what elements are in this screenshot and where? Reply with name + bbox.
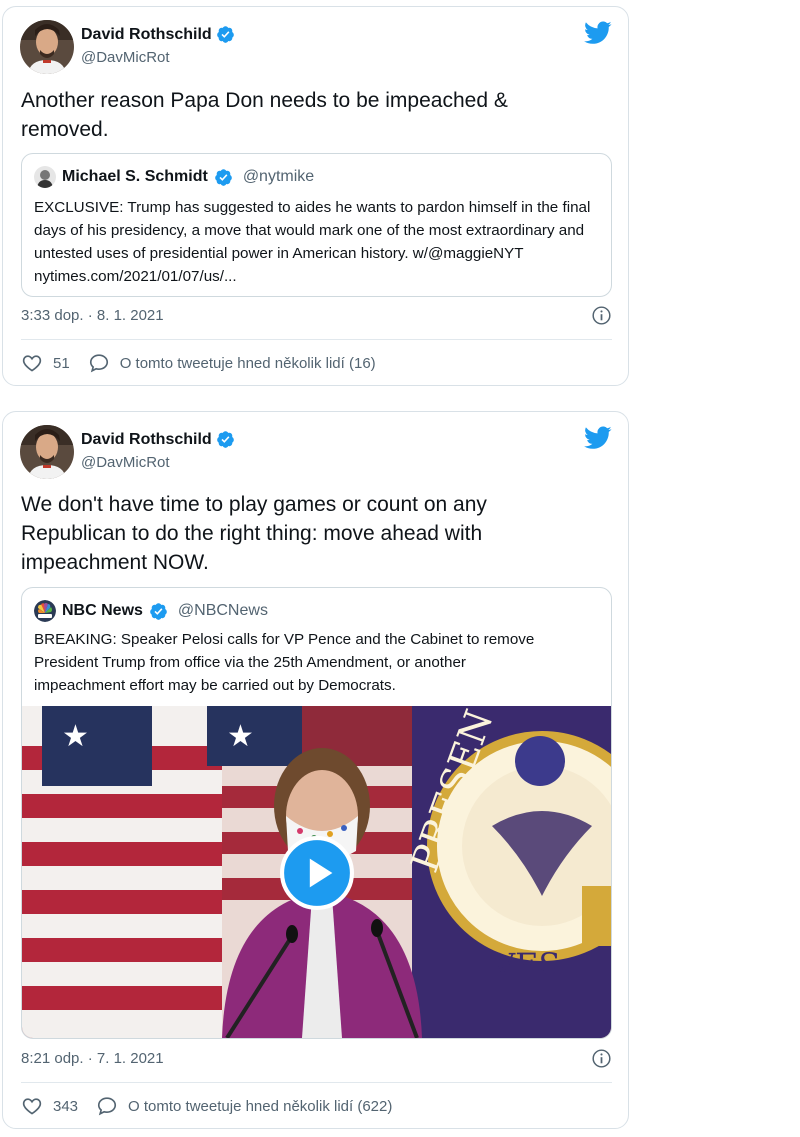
- nbc-peacock-icon: [34, 600, 56, 622]
- info-icon[interactable]: [591, 1048, 612, 1069]
- tweet-card[interactable]: David Rothschild @DavMicRot Another reas…: [2, 6, 629, 386]
- divider: [21, 339, 612, 340]
- like-count[interactable]: 343: [53, 1098, 78, 1115]
- heart-icon[interactable]: [21, 1095, 43, 1117]
- svg-text:VES: VES: [491, 946, 560, 984]
- reply-bubble-icon[interactable]: [88, 352, 110, 374]
- tweet-text: We don't have time to play games or coun…: [21, 493, 487, 574]
- quoted-avatar: [34, 166, 56, 188]
- quoted-text: EXCLUSIVE: Trump has suggested to aides …: [34, 199, 591, 285]
- quoted-author-name: NBC News: [62, 602, 143, 619]
- quoted-avatar: [34, 600, 56, 622]
- reply-bubble-icon[interactable]: [96, 1095, 118, 1117]
- twitter-bird-icon[interactable]: [584, 426, 612, 450]
- divider: [21, 1082, 612, 1083]
- verified-badge-icon: [214, 168, 233, 187]
- conversation-link[interactable]: O tomto tweetuje hned několik lidí (16): [120, 355, 376, 372]
- avatar[interactable]: [20, 425, 74, 479]
- timestamp[interactable]: 3:33 dop. · 8. 1. 2021: [21, 307, 164, 324]
- like-count[interactable]: 51: [53, 355, 70, 372]
- author-name[interactable]: David Rothschild: [81, 431, 212, 449]
- heart-icon[interactable]: [21, 352, 43, 374]
- tweet-text: Another reason Papa Don needs to be impe…: [21, 89, 508, 141]
- quoted-text: BREAKING: Speaker Pelosi calls for VP Pe…: [34, 631, 535, 694]
- conversation-link[interactable]: O tomto tweetuje hned několik lidí (622): [128, 1098, 392, 1115]
- author-handle[interactable]: @DavMicRot: [81, 454, 170, 471]
- author-name[interactable]: David Rothschild: [81, 26, 212, 44]
- twitter-bird-icon[interactable]: [584, 21, 612, 45]
- verified-badge-icon: [149, 602, 168, 621]
- play-icon[interactable]: [280, 836, 354, 910]
- svg-text:★: ★: [227, 719, 254, 754]
- quoted-tweet[interactable]: Michael S. Schmidt @nytmike EXCLUSIVE: T…: [21, 153, 612, 297]
- quoted-author-handle: @nytmike: [242, 168, 315, 185]
- info-icon[interactable]: [591, 305, 612, 326]
- author-handle[interactable]: @DavMicRot: [81, 49, 170, 66]
- tweet-card[interactable]: David Rothschild @DavMicRot We don't hav…: [2, 411, 629, 1129]
- timestamp[interactable]: 8:21 odp. · 7. 1. 2021: [21, 1050, 164, 1067]
- avatar[interactable]: [20, 20, 74, 74]
- video-player[interactable]: ★ ★ PRESEN VES: [22, 706, 611, 1038]
- quoted-tweet[interactable]: NBC News @NBCNews BREAKING: Speaker Pelo…: [21, 587, 612, 1039]
- quoted-author-name: Michael S. Schmidt: [62, 168, 208, 185]
- verified-badge-icon: [216, 25, 235, 44]
- quoted-author-handle: @NBCNews: [177, 602, 268, 619]
- svg-text:★: ★: [62, 719, 89, 754]
- verified-badge-icon: [216, 430, 235, 449]
